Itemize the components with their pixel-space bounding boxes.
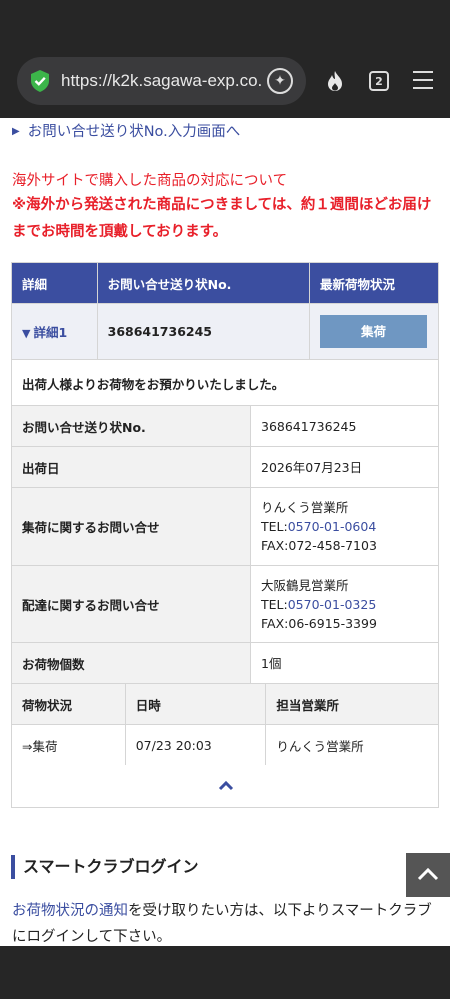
summary-tracking-no: 368641736245 [96, 303, 311, 360]
notification-link[interactable]: お荷物状況の通知 [12, 903, 128, 919]
delivery-fax: FAX:06-6915-3399 [261, 615, 377, 631]
pickup-fax: FAX:072-458-7103 [261, 538, 377, 553]
menu-icon[interactable] [413, 71, 433, 89]
pickup-office: りんくう営業所 [261, 500, 349, 515]
smart-club-title: スマートクラブログイン [11, 855, 199, 879]
smart-club-description: お荷物状況の通知を受け取りたい方は、以下よりスマートクラブにログインして下さい。 [12, 903, 432, 945]
ship-date-label: 出荷日 [11, 446, 251, 488]
browser-toolbar: https://k2k.sagawa-exp.co.jp ✦ 2 [0, 0, 450, 118]
history-status: ⇒集荷 [11, 724, 126, 766]
history-header-status: 荷物状況 [11, 683, 126, 725]
history-office: りんくう営業所 [265, 724, 439, 766]
col-header-tracking: お問い合せ送り状No. [96, 262, 311, 304]
page-content: ▶ お問い合せ送り状No.入力画面へ 海外サイトで購入した商品の対応について ※海… [0, 118, 450, 946]
shield-check-icon [31, 70, 49, 92]
address-bar[interactable]: https://k2k.sagawa-exp.co.jp ✦ [17, 57, 306, 105]
tracking-label: お問い合せ送り状No. [11, 405, 251, 447]
status-message: 出荷人様よりお荷物をお預かりいたしました。 [11, 359, 439, 408]
pickup-tel-link[interactable]: 0570-01-0604 [288, 519, 377, 534]
collapse-details-button[interactable] [11, 765, 439, 808]
col-header-status: 最新荷物状況 [309, 262, 439, 304]
summary-table: 詳細 お問い合せ送り状No. 最新荷物状況 ▼ 詳細1 368641736245 … [11, 262, 439, 408]
notice-body: ※海外から発送された商品につきましては、約１週間ほどお届けまでお時間を頂戴してお… [12, 197, 432, 240]
ship-date-value: 2026年07月23日 [250, 446, 439, 488]
delivery-contact-label: 配達に関するお問い合せ [11, 565, 251, 643]
package-count-value: 1個 [250, 642, 439, 684]
details-table: お問い合せ送り状No. 368641736245 出荷日 2026年07月23日… [11, 405, 439, 684]
delivery-office: 大阪鶴見営業所 [261, 577, 349, 593]
chevron-down-icon: ▼ [22, 327, 31, 340]
delivery-tel-link[interactable]: 0570-01-0325 [288, 597, 377, 612]
assistant-icon[interactable]: ✦ [267, 68, 293, 94]
chevron-up-icon [218, 780, 234, 791]
scroll-to-top-button[interactable] [406, 853, 450, 897]
col-header-detail: 詳細 [11, 262, 98, 304]
chevron-up-icon [417, 867, 439, 881]
history-datetime: 07/23 20:03 [124, 724, 267, 766]
navigation-bar [0, 946, 450, 999]
url-text: https://k2k.sagawa-exp.co.jp [61, 71, 261, 90]
history-header-office: 担当営業所 [265, 683, 439, 725]
tracking-input-link[interactable]: ▶ お問い合せ送り状No.入力画面へ [12, 120, 240, 141]
triangle-right-icon: ▶ [12, 126, 20, 137]
history-header-datetime: 日時 [124, 683, 267, 725]
history-table: 荷物状況 日時 担当営業所 ⇒集荷 07/23 20:03 りんくう営業所 [11, 683, 439, 766]
package-count-label: お荷物個数 [11, 642, 251, 684]
pickup-contact-label: 集荷に関するお問い合せ [11, 487, 251, 566]
tracking-value: 368641736245 [250, 405, 439, 447]
flame-icon[interactable] [324, 70, 346, 92]
status-badge: 集荷 [320, 315, 428, 348]
detail-toggle[interactable]: ▼ 詳細1 [11, 303, 98, 360]
notice-title: 海外サイトで購入した商品の対応について [12, 173, 288, 189]
table-row: ⇒集荷 07/23 20:03 りんくう営業所 [11, 724, 439, 766]
tab-count-button[interactable]: 2 [369, 71, 389, 91]
